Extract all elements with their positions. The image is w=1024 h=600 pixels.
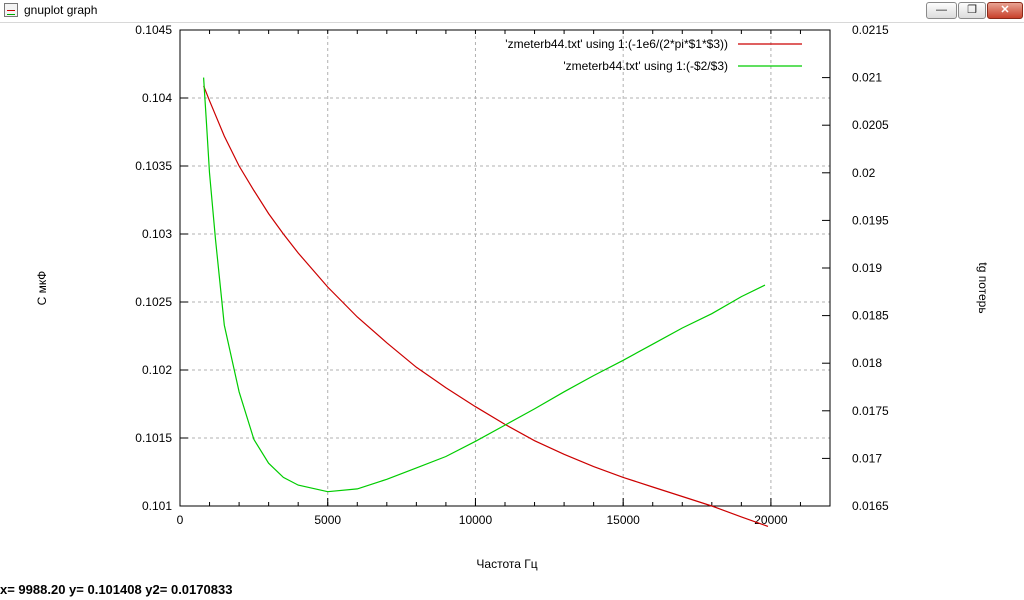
- y2-tick-label: 0.021: [852, 71, 882, 85]
- x-tick-label: 5000: [314, 513, 341, 527]
- y2-tick-label: 0.019: [852, 261, 882, 275]
- series-line-2: [203, 77, 766, 493]
- x-axis-label: Частота Гц: [476, 557, 537, 571]
- y-tick-label: 0.1045: [135, 23, 172, 37]
- status-readout: x= 9988.20 y= 0.101408 y2= 0.0170833: [0, 582, 233, 597]
- x-tick-label: 15000: [606, 513, 640, 527]
- x-tick-label: 20000: [754, 513, 788, 527]
- gnuplot-app-icon[interactable]: [4, 3, 18, 17]
- y2-tick-label: 0.02: [852, 166, 876, 180]
- x-tick-label: 10000: [459, 513, 493, 527]
- plot-canvas[interactable]: 0 5000 10000 15000 20000 0.101 0.1015 0.102 0.10…: [0, 22, 1024, 582]
- y-tick-label: 0.104: [142, 91, 172, 105]
- y-tick-label: 0.101: [142, 499, 172, 513]
- maximize-button[interactable]: ❐: [958, 2, 986, 19]
- y2-tick-label: 0.017: [852, 451, 882, 465]
- y-tick-label: 0.102: [142, 363, 172, 377]
- y-tick-label: 0.1035: [135, 159, 172, 173]
- y2-tick-label: 0.0195: [852, 213, 889, 227]
- window-title: gnuplot graph: [24, 3, 98, 17]
- grid-lines: [179, 29, 830, 507]
- y2-tick-label: 0.018: [852, 356, 882, 370]
- y-tick-label: 0.1025: [135, 295, 172, 309]
- legend-label-2: 'zmeterb44.txt' using 1:(-$2/$3): [563, 59, 728, 73]
- y-axis-label: С мкФ: [35, 271, 49, 306]
- legend: 'zmeterb44.txt' using 1:(-1e6/(2*pi*$1*$…: [505, 37, 802, 73]
- y2-tick-label: 0.0165: [852, 499, 889, 513]
- window-titlebar[interactable]: gnuplot graph — ❐ ✕: [0, 0, 1024, 23]
- series-line-1: [203, 85, 769, 527]
- y2-tick-label: 0.0185: [852, 309, 889, 323]
- y2-tick-label: 0.0205: [852, 118, 889, 132]
- y2-tick-label: 0.0175: [852, 404, 889, 418]
- tick-labels: 0 5000 10000 15000 20000 0.101 0.1015 0.102 0.10…: [135, 23, 889, 527]
- y-tick-label: 0.103: [142, 227, 172, 241]
- plot-frame: [179, 29, 831, 507]
- minimize-button[interactable]: —: [926, 2, 957, 19]
- y2-tick-label: 0.0215: [852, 23, 889, 37]
- axis-ticks: [179, 29, 831, 507]
- close-button[interactable]: ✕: [987, 2, 1023, 19]
- x-tick-label: 0: [177, 513, 184, 527]
- y2-axis-label: tg потерь: [976, 262, 990, 313]
- y-tick-label: 0.1015: [135, 431, 172, 445]
- legend-label-1: 'zmeterb44.txt' using 1:(-1e6/(2*pi*$1*$…: [505, 37, 728, 51]
